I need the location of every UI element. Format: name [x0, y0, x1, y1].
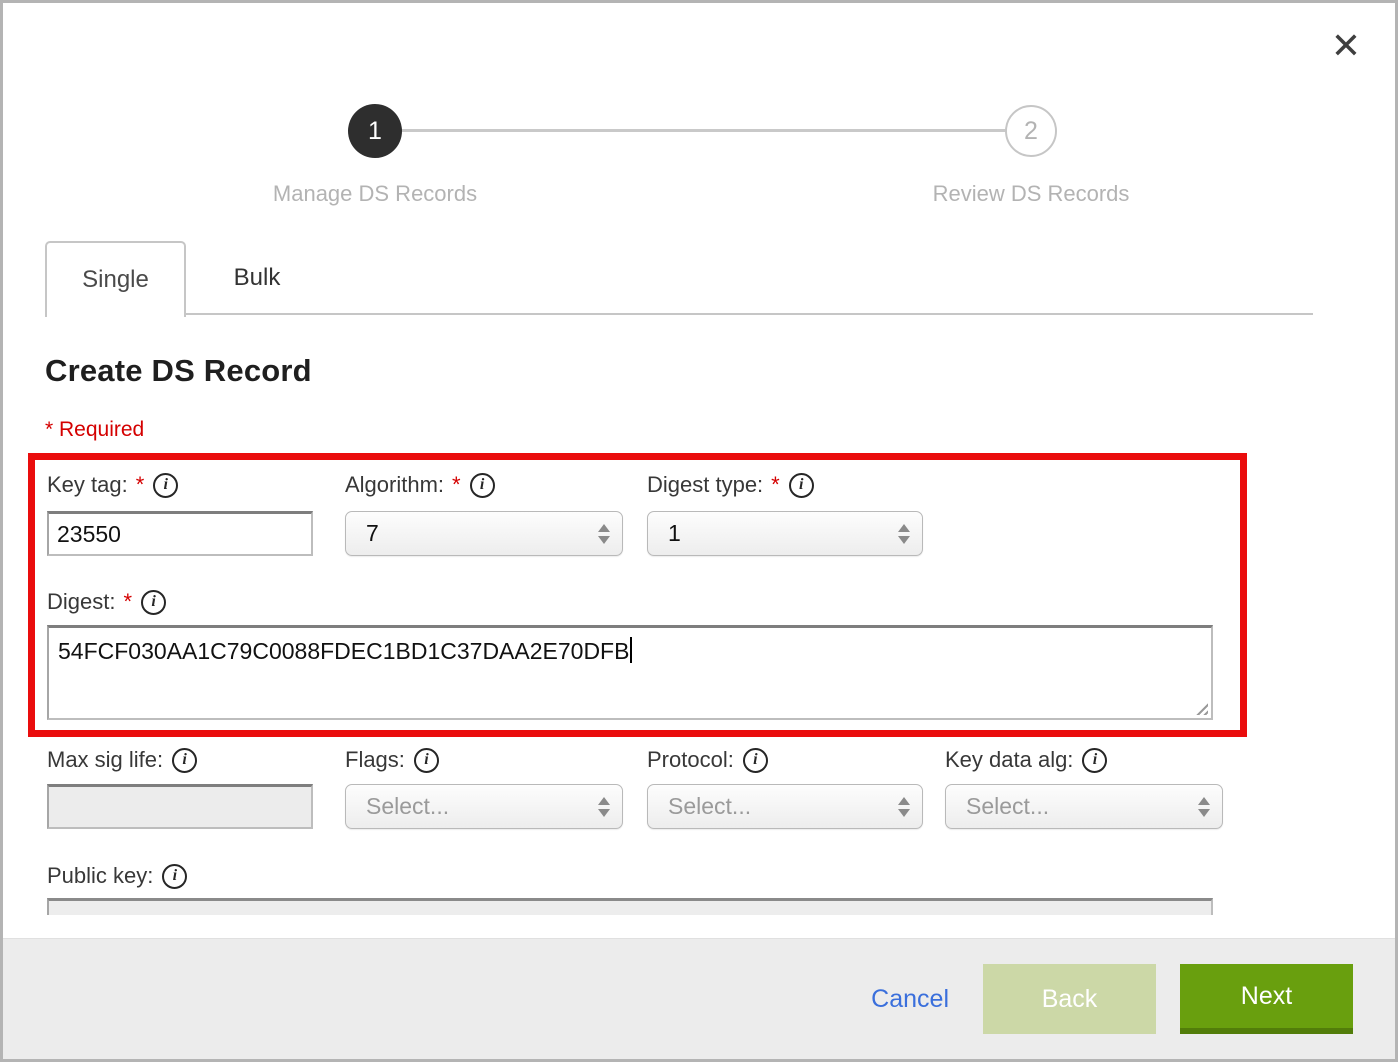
digest-type-selected-value: 1 [668, 520, 681, 547]
tab-bar: Single Bulk [45, 241, 1313, 315]
digest-type-label-text: Digest type: [647, 472, 763, 498]
key-tag-value: 23550 [57, 521, 121, 548]
required-note: * Required [45, 418, 144, 442]
digest-type-select[interactable]: 1 [647, 511, 923, 556]
select-arrows-icon [1198, 796, 1210, 818]
create-ds-record-modal: ✕ 1 2 Manage DS Records Review DS Record… [0, 0, 1398, 1062]
flags-label-text: Flags: [345, 747, 405, 773]
page-title: Create DS Record [45, 353, 312, 389]
digest-info-icon[interactable]: i [141, 590, 166, 615]
digest-type-required-asterisk: * [771, 472, 780, 498]
algorithm-selected-value: 7 [366, 520, 379, 547]
key-data-alg-placeholder: Select... [966, 793, 1049, 820]
protocol-label-text: Protocol: [647, 747, 734, 773]
protocol-select[interactable]: Select... [647, 784, 923, 829]
step-2-label: Review DS Records [933, 181, 1130, 207]
protocol-info-icon[interactable]: i [743, 748, 768, 773]
digest-label: Digest: * i [47, 589, 166, 615]
key-tag-label: Key tag: * i [47, 472, 178, 498]
step-1-label: Manage DS Records [273, 181, 477, 207]
public-key-label-text: Public key: [47, 863, 153, 889]
stepper-connector [401, 129, 1007, 132]
flags-select[interactable]: Select... [345, 784, 623, 829]
step-1-circle: 1 [348, 104, 402, 158]
protocol-label: Protocol: i [647, 747, 768, 773]
digest-type-label: Digest type: * i [647, 472, 814, 498]
modal-footer: Cancel Back Next [3, 938, 1395, 1059]
textarea-resize-handle[interactable] [1193, 700, 1208, 715]
algorithm-label-text: Algorithm: [345, 472, 444, 498]
digest-label-text: Digest: [47, 589, 115, 615]
digest-textarea[interactable]: 54FCF030AA1C79C0088FDEC1BD1C37DAA2E70DFB [47, 625, 1213, 720]
public-key-info-icon[interactable]: i [162, 864, 187, 889]
cancel-button[interactable]: Cancel [871, 985, 949, 1014]
text-cursor [630, 637, 632, 663]
flags-label: Flags: i [345, 747, 439, 773]
digest-type-info-icon[interactable]: i [789, 473, 814, 498]
max-sig-life-label-text: Max sig life: [47, 747, 163, 773]
step-2-circle: 2 [1005, 105, 1057, 157]
tab-bulk[interactable]: Bulk [186, 241, 328, 315]
select-arrows-icon [598, 796, 610, 818]
max-sig-life-input[interactable] [47, 784, 313, 829]
flags-info-icon[interactable]: i [414, 748, 439, 773]
step-1-number: 1 [368, 117, 382, 146]
protocol-placeholder: Select... [668, 793, 751, 820]
public-key-label: Public key: i [47, 863, 187, 889]
select-arrows-icon [898, 523, 910, 545]
key-data-alg-select[interactable]: Select... [945, 784, 1223, 829]
algorithm-select[interactable]: 7 [345, 511, 623, 556]
next-button[interactable]: Next [1180, 964, 1353, 1034]
step-2-number: 2 [1024, 117, 1038, 146]
key-tag-info-icon[interactable]: i [153, 473, 178, 498]
digest-value: 54FCF030AA1C79C0088FDEC1BD1C37DAA2E70DFB [58, 638, 629, 664]
key-data-alg-info-icon[interactable]: i [1082, 748, 1107, 773]
public-key-textarea[interactable] [47, 898, 1213, 915]
algorithm-label: Algorithm: * i [345, 472, 495, 498]
max-sig-life-label: Max sig life: i [47, 747, 197, 773]
algorithm-required-asterisk: * [452, 472, 461, 498]
max-sig-life-info-icon[interactable]: i [172, 748, 197, 773]
digest-required-asterisk: * [123, 589, 132, 615]
flags-placeholder: Select... [366, 793, 449, 820]
key-data-alg-label-text: Key data alg: [945, 747, 1073, 773]
key-tag-input[interactable]: 23550 [47, 511, 313, 556]
tab-single-label: Single [82, 266, 149, 294]
tab-single[interactable]: Single [45, 241, 186, 317]
algorithm-info-icon[interactable]: i [470, 473, 495, 498]
key-data-alg-label: Key data alg: i [945, 747, 1107, 773]
tab-bulk-label: Bulk [234, 264, 281, 292]
key-tag-required-asterisk: * [136, 472, 145, 498]
select-arrows-icon [898, 796, 910, 818]
select-arrows-icon [598, 523, 610, 545]
key-tag-label-text: Key tag: [47, 472, 128, 498]
close-icon[interactable]: ✕ [1325, 25, 1367, 67]
back-button[interactable]: Back [983, 964, 1156, 1034]
